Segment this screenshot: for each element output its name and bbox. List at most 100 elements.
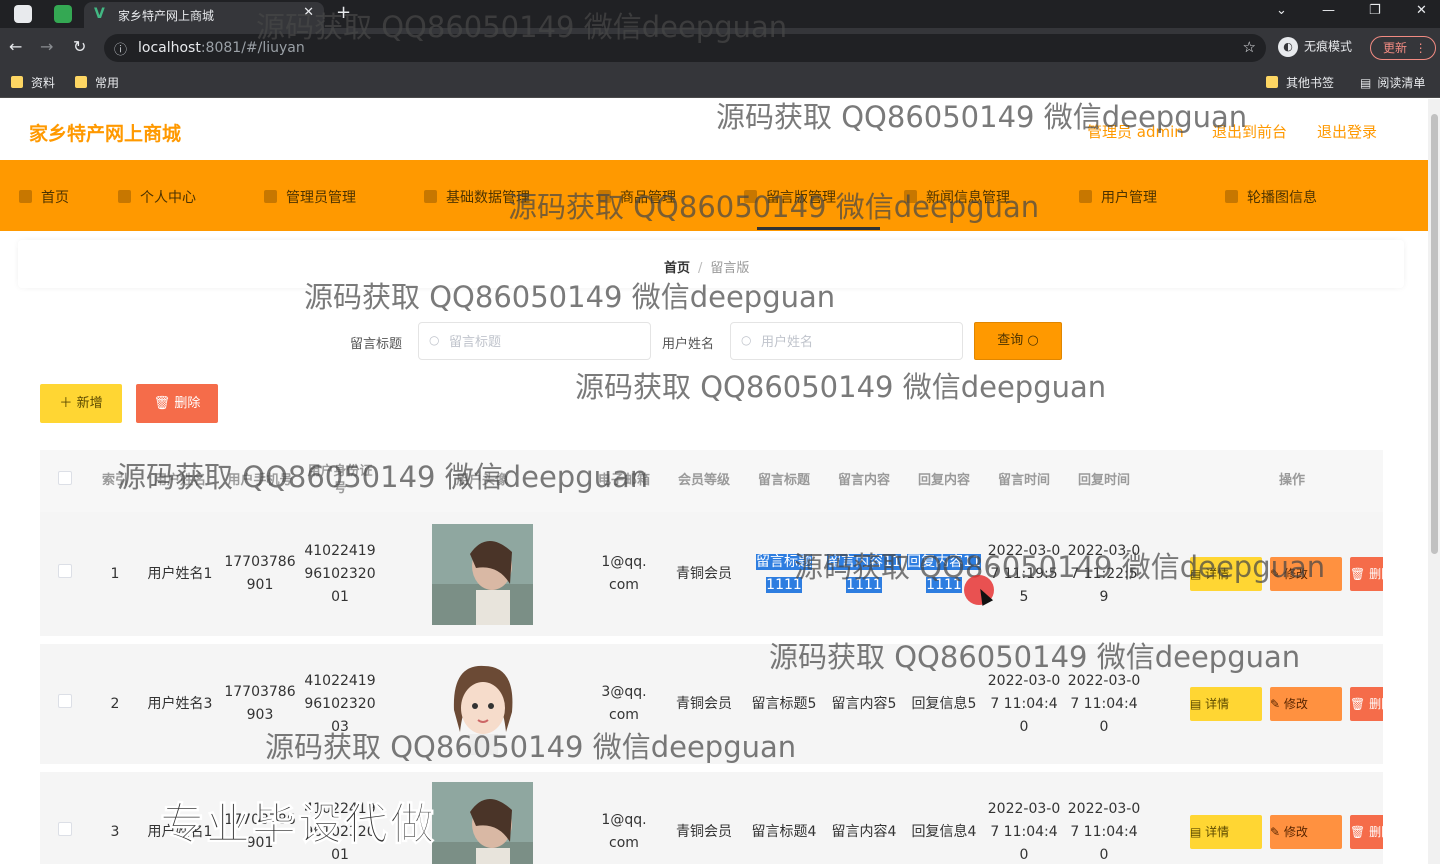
cell-name: 用户姓名3 xyxy=(140,640,220,772)
news-icon xyxy=(904,190,917,203)
data-icon xyxy=(424,190,437,203)
cell-title: 留言标题5 xyxy=(744,640,824,772)
incognito-icon: ◐ xyxy=(1278,37,1298,57)
cell-id-card: 410224199610232003 xyxy=(300,640,380,772)
col-header: 索引 xyxy=(90,450,140,512)
row-delete-button[interactable]: 🗑 删除 xyxy=(1350,815,1383,849)
cell-title: 留言标题4 xyxy=(744,768,824,864)
cell-title: 留言标题1111 xyxy=(744,512,824,644)
row-checkbox[interactable] xyxy=(40,512,90,644)
search-icon: ○ xyxy=(429,333,440,347)
new-tab-icon[interactable]: + xyxy=(336,2,351,23)
detail-button[interactable]: ▤ 详情 xyxy=(1190,815,1262,849)
logout-link[interactable]: 退出登录 xyxy=(1317,121,1377,142)
browser-tab-active[interactable]: V 家乡特产网上商城 ✕ xyxy=(84,2,324,28)
page-scrollbar-thumb[interactable] xyxy=(1431,114,1438,554)
avatar-cartoon-girl[interactable] xyxy=(431,653,533,755)
search-icon: ○ xyxy=(741,333,752,347)
col-header: 用户头像 xyxy=(380,450,584,512)
url-field[interactable]: ⓘ localhost:8081/#/liuyan ☆ xyxy=(104,34,1266,62)
cell-actions: ▤ 详情✎ 修改🗑 删除 xyxy=(1144,768,1383,864)
window-close-icon[interactable]: ✕ xyxy=(1416,3,1427,18)
search-icon: ○ xyxy=(1027,333,1039,348)
edit-button[interactable]: ✎ 修改 xyxy=(1270,687,1342,721)
cell-created: 2022-03-07 11:19:55 xyxy=(984,512,1064,644)
detail-button[interactable]: ▤ 详情 xyxy=(1190,687,1262,721)
nav-item-basic-data[interactable]: 基础数据管理 xyxy=(424,187,530,207)
plus-icon: ＋ xyxy=(59,396,73,411)
reload-icon[interactable]: ↻ xyxy=(73,37,86,56)
select-all-checkbox[interactable] xyxy=(40,450,90,512)
site-info-icon[interactable]: ⓘ xyxy=(114,39,127,58)
back-icon[interactable]: ← xyxy=(9,37,22,56)
title-search-input[interactable] xyxy=(418,322,651,360)
user-search-label: 用户姓名 xyxy=(662,337,715,352)
home-icon xyxy=(19,190,32,203)
nav-item-carousel[interactable]: 轮播图信息 xyxy=(1225,187,1317,207)
nav-item-message-board[interactable]: 留言版管理 xyxy=(744,187,836,207)
folder-icon xyxy=(1266,76,1278,88)
close-tab-icon[interactable]: ✕ xyxy=(303,5,314,20)
bookmark-folder-changyong[interactable]: 常用 xyxy=(75,74,119,91)
add-button[interactable]: ＋ 新增 xyxy=(40,384,122,423)
nav-item-news[interactable]: 新闻信息管理 xyxy=(904,187,1010,207)
cell-reply: 回复信息4 xyxy=(904,768,984,864)
user-search-input[interactable] xyxy=(730,322,963,360)
delete-button[interactable]: 🗑 删除 xyxy=(136,384,218,423)
browser-menu-icon[interactable] xyxy=(14,5,32,23)
nav-item-users[interactable]: 用户管理 xyxy=(1079,187,1157,207)
cell-replied: 2022-03-07 11:22:59 xyxy=(1064,512,1144,644)
pinned-tab-icon[interactable] xyxy=(54,5,72,23)
cell-level: 青铜会员 xyxy=(664,512,744,644)
row-delete-button[interactable]: 🗑 删除 xyxy=(1350,687,1383,721)
col-header: 用户姓名 xyxy=(140,450,220,512)
tab-title: 家乡特产网上商城 xyxy=(118,9,215,23)
bookmark-star-icon[interactable]: ☆ xyxy=(1243,38,1256,56)
bookmark-folder-ziliao[interactable]: 资料 xyxy=(11,74,55,91)
goods-icon xyxy=(598,190,611,203)
chevron-down-icon[interactable]: ⌄ xyxy=(1276,3,1287,18)
query-button[interactable]: 查询 ○ xyxy=(974,322,1062,360)
row-checkbox[interactable] xyxy=(40,640,90,772)
cell-email: 1@qq.com xyxy=(584,768,664,864)
restore-icon[interactable]: ❐ xyxy=(1369,3,1381,18)
nav-item-profile[interactable]: 个人中心 xyxy=(118,187,196,207)
forward-icon[interactable]: → xyxy=(40,37,53,56)
nav-item-home[interactable]: 首页 xyxy=(19,187,69,207)
col-header: 电子邮箱 xyxy=(584,450,664,512)
bookmark-other[interactable]: 其他书签 xyxy=(1266,74,1334,91)
cell-level: 青铜会员 xyxy=(664,640,744,772)
url-text[interactable]: localhost:8081/#/liuyan xyxy=(138,40,305,56)
minimize-icon[interactable]: — xyxy=(1322,3,1335,18)
nav-item-admin[interactable]: 管理员管理 xyxy=(264,187,356,207)
cell-index: 3 xyxy=(90,768,140,864)
incognito-indicator[interactable]: ◐ 无痕模式 xyxy=(1278,37,1352,57)
col-header: 用户身份证号 xyxy=(300,450,380,512)
edit-button[interactable]: ✎ 修改 xyxy=(1270,557,1342,591)
row-checkbox[interactable] xyxy=(40,768,90,864)
breadcrumb-home[interactable]: 首页 xyxy=(664,261,690,276)
cell-actions: ▤ 详情✎ 修改🗑 删除 xyxy=(1144,512,1383,644)
title-search-label: 留言标题 xyxy=(350,337,403,352)
main-nav: 首页 个人中心 管理员管理 基础数据管理 商品管理 留言版管理 新闻信息管理 用… xyxy=(0,160,1440,231)
col-header: 用户手机号 xyxy=(220,450,300,512)
admin-icon xyxy=(264,190,277,203)
avatar-photo-girl[interactable] xyxy=(431,781,533,864)
cell-index: 2 xyxy=(90,640,140,772)
cell-actions: ▤ 详情✎ 修改🗑 删除 xyxy=(1144,640,1383,772)
nav-item-goods[interactable]: 商品管理 xyxy=(598,187,676,207)
watermark: 源码获取 QQ86050149 微信deepguan xyxy=(575,370,1107,404)
back-to-front-link[interactable]: 退出到前台 xyxy=(1212,121,1287,142)
cell-email: 1@qq.com xyxy=(584,512,664,644)
reading-list[interactable]: ▤ 阅读清单 xyxy=(1360,74,1425,91)
cell-created: 2022-03-07 11:04:40 xyxy=(984,768,1064,864)
row-delete-button[interactable]: 🗑 删除 xyxy=(1350,557,1383,591)
cell-id-card: 410224199610232001 xyxy=(300,512,380,644)
update-button[interactable]: 更新 ⋮ xyxy=(1370,36,1436,60)
col-header: 回复内容 xyxy=(904,450,984,512)
edit-button[interactable]: ✎ 修改 xyxy=(1270,815,1342,849)
detail-button[interactable]: ▤ 详情 xyxy=(1190,557,1262,591)
bookmarks-bar: 资料 常用 其他书签 ▤ 阅读清单 xyxy=(0,68,1440,98)
avatar-photo-girl[interactable] xyxy=(431,523,533,625)
browser-tab-strip: V 家乡特产网上商城 ✕ + ⌄ — ❐ ✕ xyxy=(0,0,1440,28)
